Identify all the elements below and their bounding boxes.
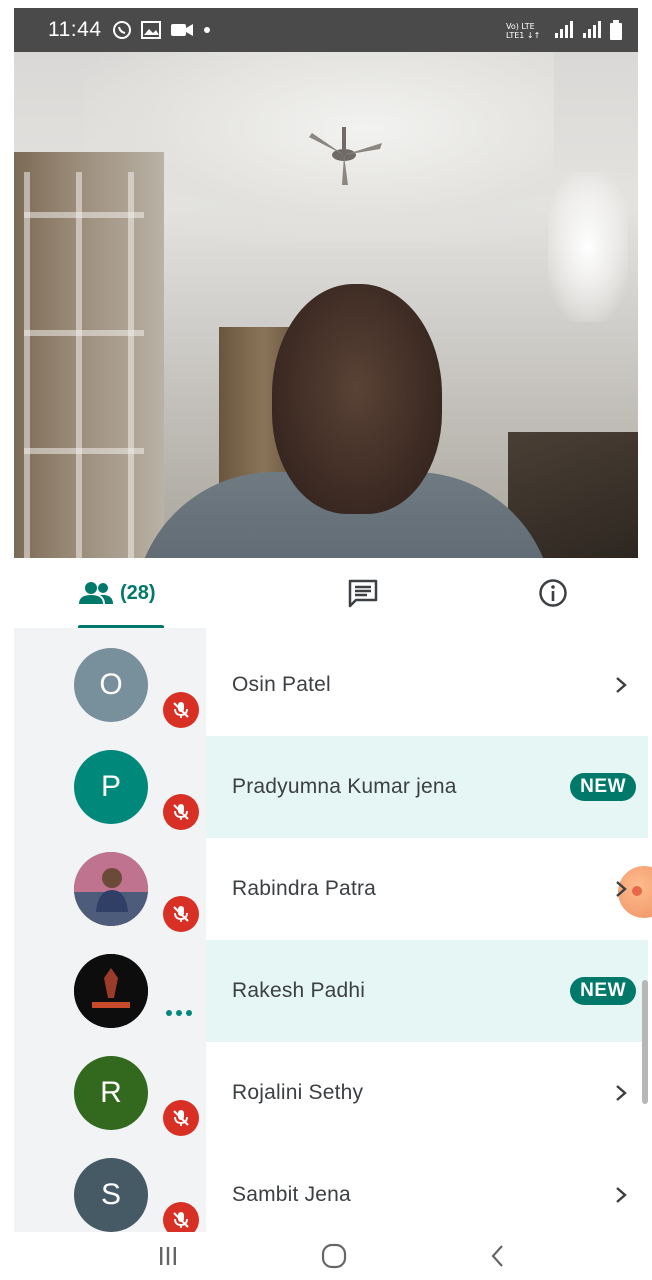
mic-off-icon: [163, 896, 199, 932]
home-button[interactable]: [321, 1243, 347, 1269]
participant-name: Rabindra Patra: [232, 877, 377, 900]
signal-icon: [555, 21, 573, 38]
mic-off-icon: [163, 1100, 199, 1136]
mic-off-icon: [163, 692, 199, 728]
ceiling-fan: [309, 127, 382, 185]
avatar-initial: R: [100, 1076, 122, 1109]
participant-content[interactable]: Sambit Jena: [206, 1144, 648, 1246]
avatar: P: [74, 750, 148, 824]
new-badge: NEW: [570, 977, 636, 1005]
people-icon: [79, 582, 113, 604]
battery-icon: [610, 20, 622, 40]
participant-row[interactable]: S Sambit Jena: [14, 1144, 648, 1246]
chevron-right-icon[interactable]: [614, 1185, 628, 1205]
participant-name: Rakesh Padhi: [232, 979, 366, 1002]
video-person-head: [272, 284, 442, 514]
video-feed[interactable]: [14, 52, 638, 558]
back-icon: [491, 1245, 503, 1267]
status-bar: 11:44 Vo) LTE LTE1 ↓↑: [14, 8, 638, 52]
avatar-initial: O: [99, 668, 123, 701]
tab-bar: (28): [14, 558, 648, 629]
mic-off-icon: [163, 794, 199, 830]
status-time: 11:44: [48, 18, 102, 41]
chevron-right-icon[interactable]: [614, 879, 628, 899]
participant-name: Rojalini Sethy: [232, 1081, 364, 1104]
participant-row[interactable]: R Rojalini Sethy: [14, 1042, 648, 1144]
participant-list[interactable]: O Osin Patel P Pradyumna Kumar jena NEW …: [14, 628, 652, 1238]
chat-icon: [348, 579, 378, 608]
participant-content[interactable]: Osin Patel: [206, 634, 648, 736]
svg-text:Vo) LTE: Vo) LTE: [506, 22, 535, 31]
avatar: O: [74, 648, 148, 722]
recents-icon: [160, 1247, 176, 1265]
avatar-photo: [74, 852, 148, 926]
avatar-initial: S: [100, 1178, 121, 1211]
whatsapp-icon: [112, 21, 131, 39]
tab-chat[interactable]: [268, 558, 458, 628]
participant-row[interactable]: P Pradyumna Kumar jena NEW: [14, 736, 652, 918]
participant-content[interactable]: Pradyumna Kumar jena NEW: [206, 736, 648, 838]
participant-name: Sambit Jena: [232, 1183, 351, 1206]
participant-name: Osin Patel: [232, 673, 331, 696]
chevron-right-icon[interactable]: [614, 675, 628, 695]
participant-name: Pradyumna Kumar jena: [232, 775, 457, 798]
new-badge: NEW: [570, 773, 636, 801]
participant-row[interactable]: Rabindra Patra: [14, 838, 648, 940]
recents-button[interactable]: [157, 1245, 179, 1267]
volte-lte-icon: Vo) LTE LTE1 ↓↑: [506, 22, 540, 40]
avatar: S: [74, 1158, 148, 1232]
participant-row[interactable]: Rakesh Padhi NEW: [14, 940, 648, 1042]
video-light: [548, 172, 628, 322]
status-icons-left: [112, 20, 211, 40]
home-icon: [321, 1243, 347, 1269]
dot-icon: [203, 27, 210, 33]
status-icons-right: Vo) LTE LTE1 ↓↑: [506, 20, 622, 40]
people-count: (28): [120, 581, 156, 604]
info-icon: [539, 579, 567, 607]
avatar-initial: P: [100, 770, 121, 803]
scrollbar[interactable]: [642, 980, 648, 1104]
video-window-grid: [24, 172, 144, 558]
tab-info[interactable]: [458, 558, 648, 628]
video-icon: [170, 24, 193, 36]
signal-icon-2: [583, 21, 601, 38]
chevron-right-icon[interactable]: [614, 1083, 628, 1103]
participant-content[interactable]: Rabindra Patra: [206, 838, 648, 940]
gallery-icon: [140, 21, 161, 39]
participant-content[interactable]: Rakesh Padhi NEW: [206, 940, 648, 1042]
avatar-photo: [74, 954, 148, 1028]
svg-text:LTE1 ↓↑: LTE1 ↓↑: [506, 31, 540, 40]
participant-row[interactable]: O Osin Patel: [14, 634, 648, 736]
back-button[interactable]: [490, 1244, 506, 1268]
system-nav-bar: [0, 1232, 652, 1280]
participant-content[interactable]: Rojalini Sethy: [206, 1042, 648, 1144]
tab-people[interactable]: (28): [14, 558, 268, 629]
avatar: R: [74, 1056, 148, 1130]
speaking-indicator-icon: [166, 1010, 192, 1016]
